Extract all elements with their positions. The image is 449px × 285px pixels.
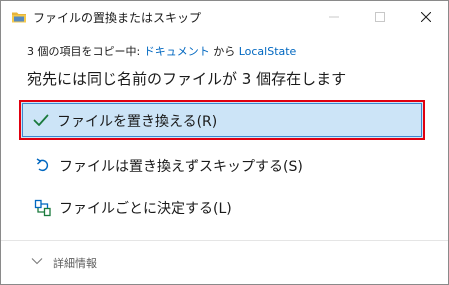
conflict-heading: 宛先には同じ名前のファイルが 3 個存在します [27, 70, 347, 88]
destination-folder-link[interactable]: LocalState [239, 45, 297, 58]
folder-icon [12, 12, 26, 23]
copy-middle: から [209, 45, 239, 58]
skip-files-option[interactable]: ファイルは置き換えずスキップする(S) [21, 146, 425, 186]
decide-each-label: ファイルごとに決定する(L) [59, 201, 232, 217]
check-icon [33, 114, 49, 126]
copy-prefix: 3 個の項目をコピー中: [27, 45, 144, 58]
source-folder-link[interactable]: ドキュメント [144, 45, 210, 58]
compare-files-icon [34, 199, 51, 217]
minimize-icon [329, 16, 339, 18]
replace-files-option[interactable]: ファイルを置き換える(R) [19, 100, 425, 140]
close-button[interactable] [403, 1, 449, 33]
decide-each-option[interactable]: ファイルごとに決定する(L) [21, 188, 425, 228]
skip-files-label: ファイルは置き換えずスキップする(S) [59, 159, 303, 175]
chevron-down-icon [31, 258, 43, 265]
skip-arrow-icon [36, 158, 49, 172]
replace-or-skip-dialog: ファイルの置換またはスキップ 3 個の項目をコピー中: ドキュメント から Lo… [0, 0, 449, 285]
close-icon [421, 12, 431, 22]
replace-files-label: ファイルを置き換える(R) [57, 114, 218, 130]
footer-divider [1, 240, 448, 241]
title-bar[interactable]: ファイルの置換またはスキップ [1, 1, 448, 33]
maximize-button[interactable] [357, 1, 403, 33]
copy-status-text: 3 個の項目をコピー中: ドキュメント から LocalState [27, 43, 296, 59]
maximize-icon [375, 12, 385, 22]
details-label: 詳細情報 [53, 257, 97, 270]
window-title: ファイルの置換またはスキップ [33, 11, 202, 25]
minimize-button[interactable] [311, 1, 357, 33]
